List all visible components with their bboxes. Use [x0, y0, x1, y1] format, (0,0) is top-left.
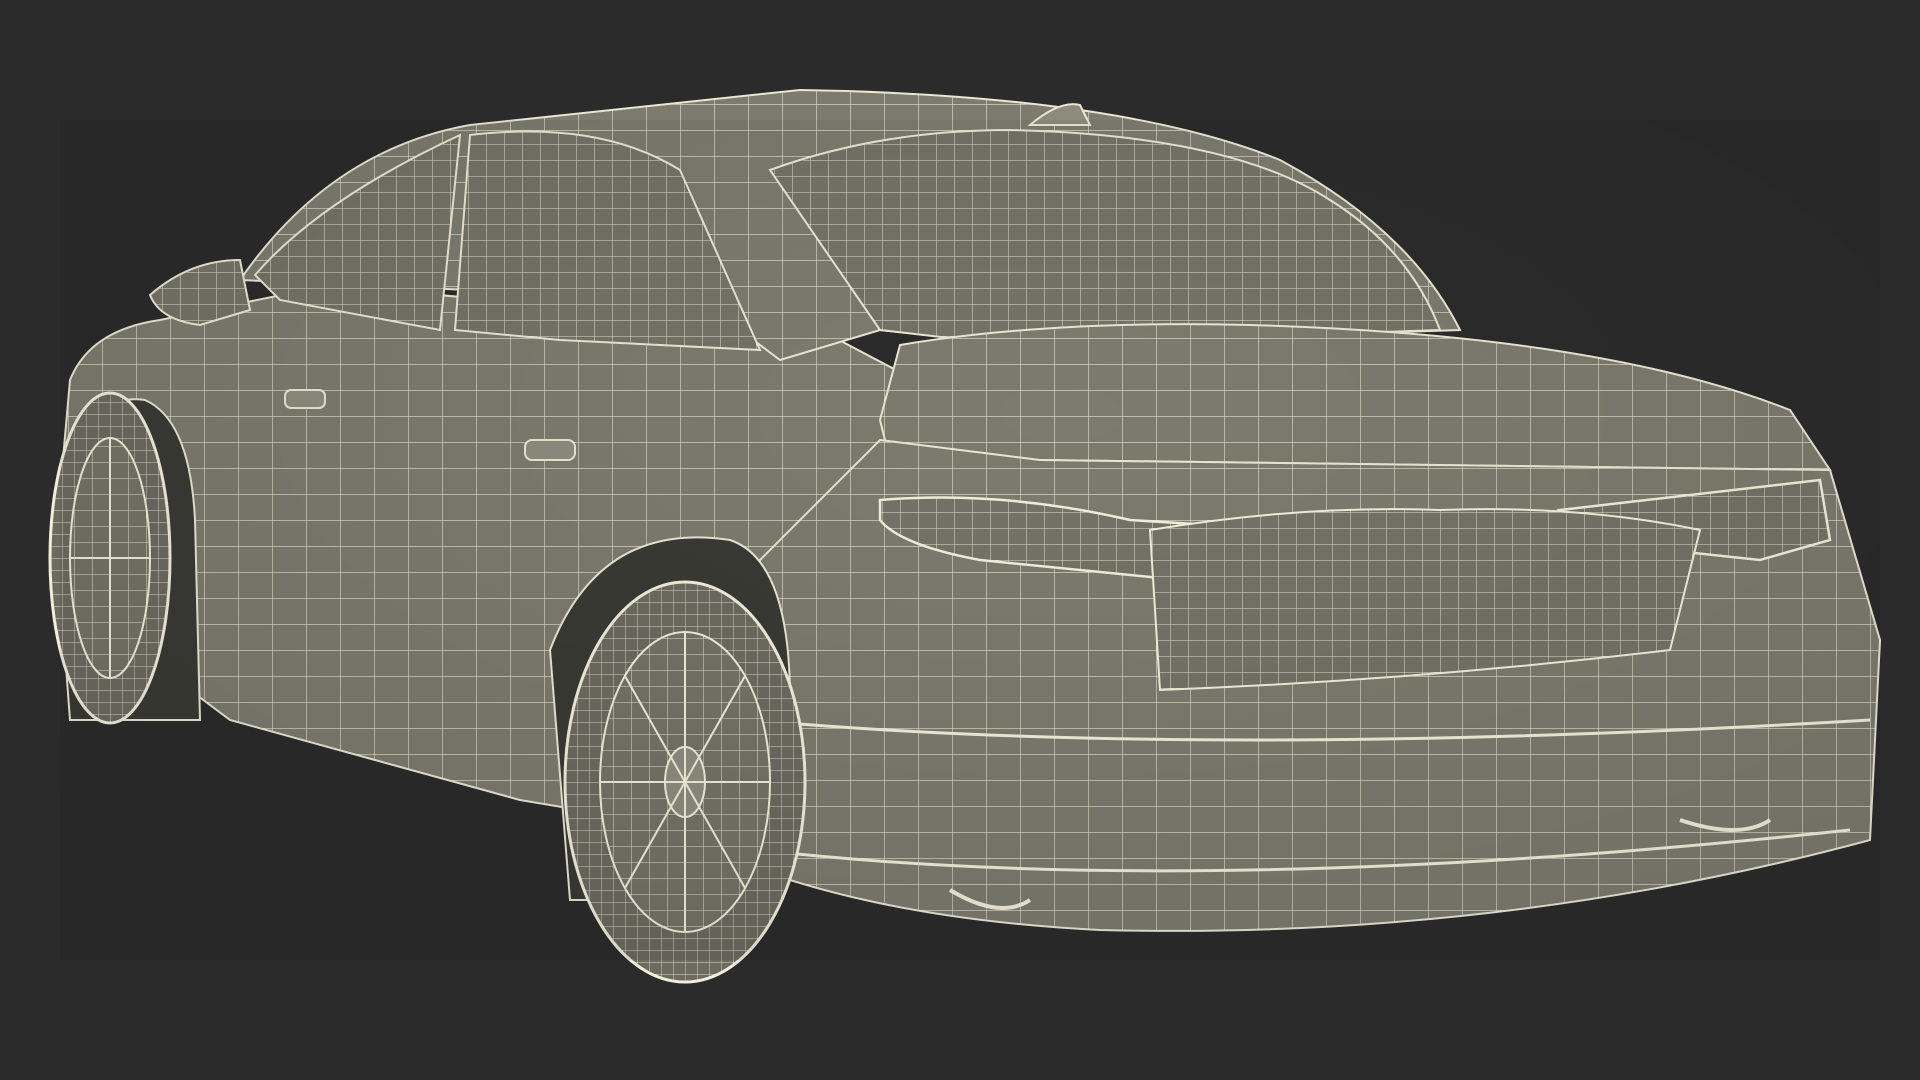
wireframe-car-render	[48, 88, 1882, 984]
render-viewport	[0, 0, 1920, 1080]
